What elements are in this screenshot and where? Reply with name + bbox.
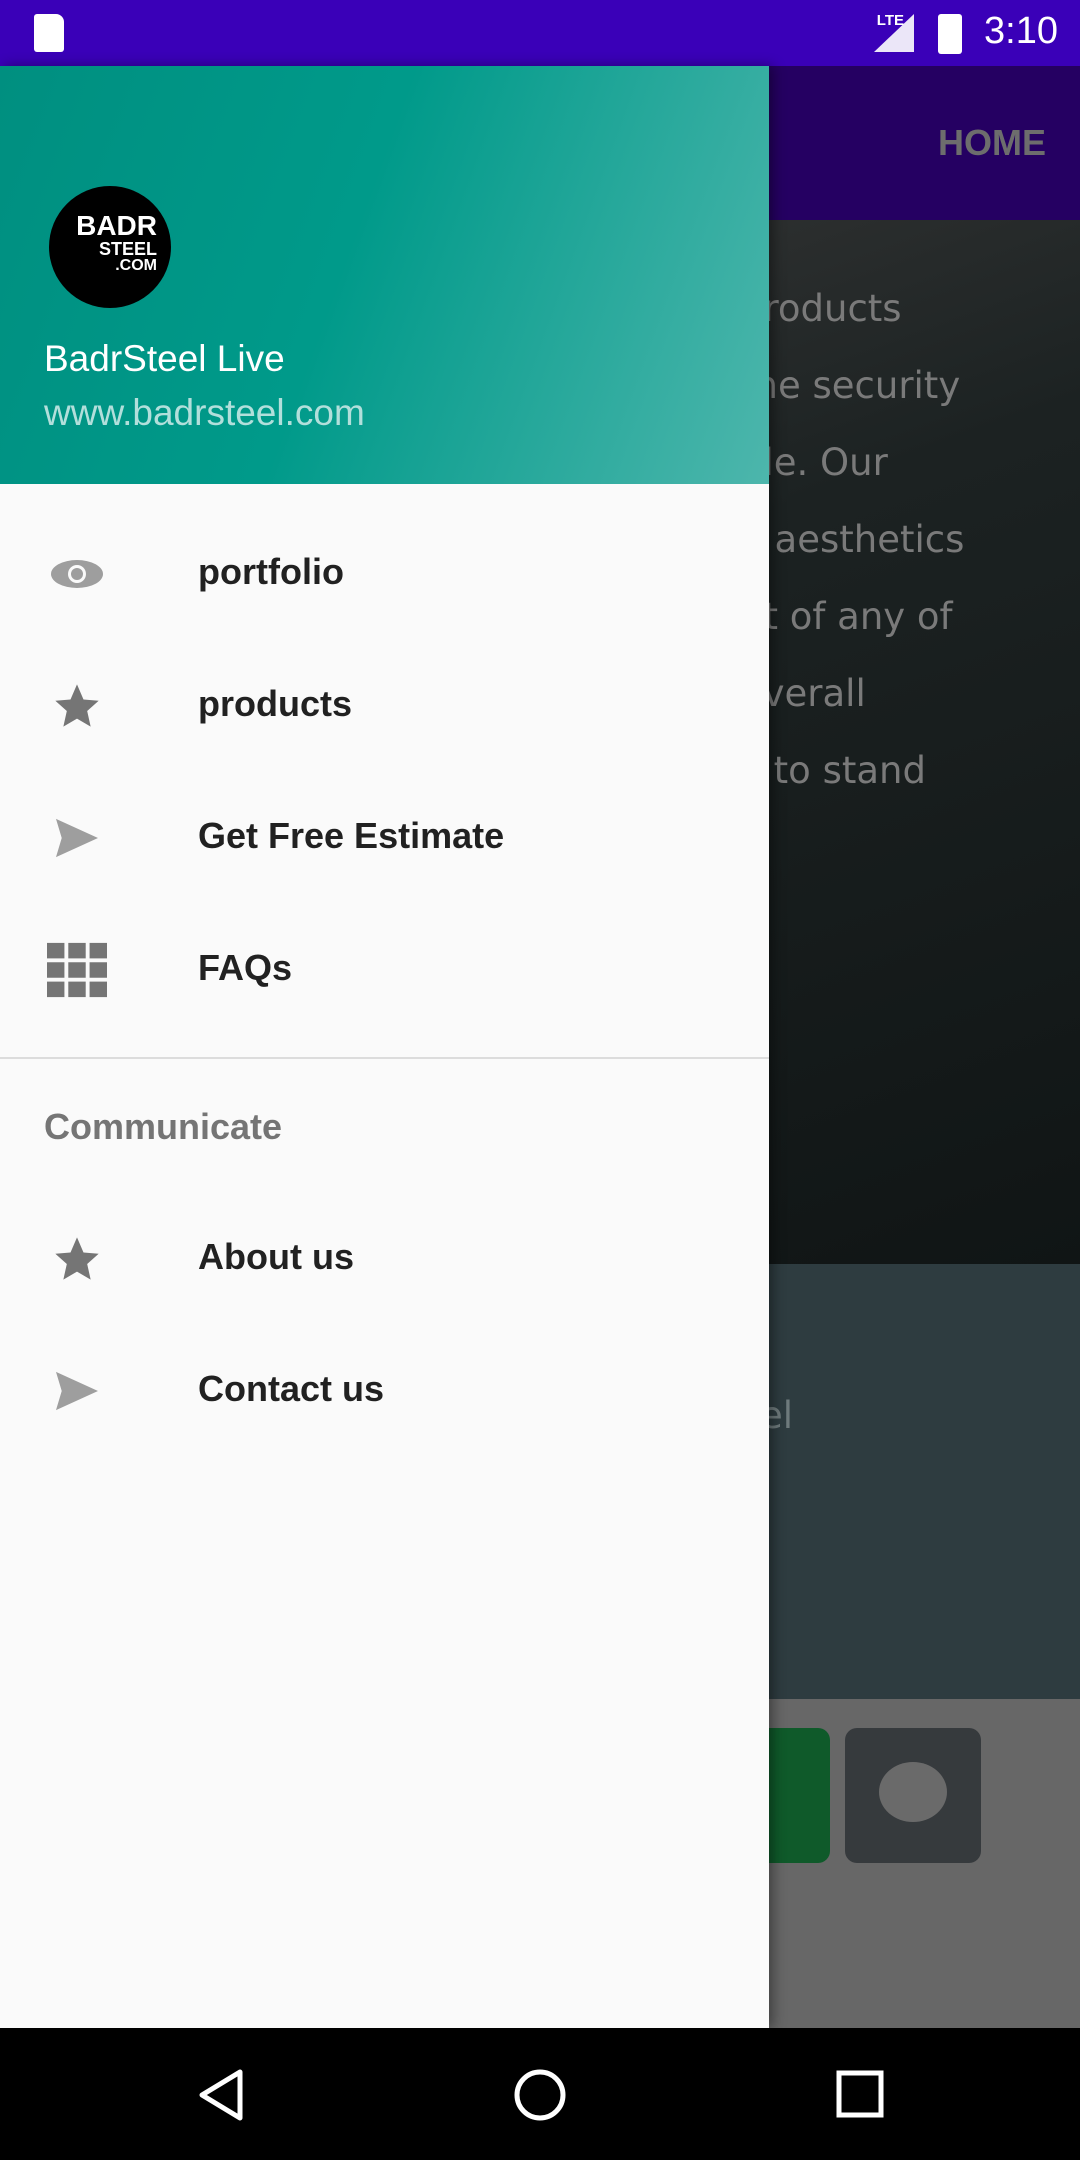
status-bar: LTE 3:10 xyxy=(0,0,1080,66)
drawer-item-about-us[interactable]: About us xyxy=(0,1192,769,1324)
drawer-item-contact-us[interactable]: Contact us xyxy=(0,1324,769,1456)
messenger-button[interactable] xyxy=(845,1728,981,1863)
drawer-item-faqs[interactable]: FAQs xyxy=(0,903,769,1035)
home-icon[interactable] xyxy=(513,2068,567,2127)
star-icon xyxy=(47,681,107,731)
drawer-item-products[interactable]: products xyxy=(0,639,769,771)
drawer-name: BadrSteel Live xyxy=(44,338,285,379)
send-icon xyxy=(47,1366,107,1416)
drawer-item-get-free-estimate[interactable]: Get Free Estimate xyxy=(0,771,769,903)
grid-icon xyxy=(47,942,107,998)
hero-text: products the security ple. Our e aesthet… xyxy=(740,287,965,792)
divider xyxy=(0,1057,769,1059)
messenger-icon xyxy=(879,1762,947,1822)
drawer-website[interactable]: www.badrsteel.com xyxy=(44,392,365,434)
send-icon xyxy=(47,813,107,863)
drawer-header: BADR STEEL .COM BadrSteel Live www.badrs… xyxy=(0,66,769,484)
clock: 3:10 xyxy=(984,10,1058,52)
battery-charging-icon xyxy=(938,14,962,54)
star-icon xyxy=(47,1234,107,1284)
navigation-drawer: BADR STEEL .COM BadrSteel Live www.badrs… xyxy=(0,66,769,2028)
section-title: Communicate xyxy=(44,1106,283,1147)
system-nav-bar xyxy=(0,2028,1080,2160)
drawer-item-portfolio[interactable]: portfolio xyxy=(0,507,769,639)
recents-icon[interactable] xyxy=(836,2070,884,2123)
badrsteel-logo: BADR STEEL .COM xyxy=(49,186,171,308)
home-tab[interactable]: HOME xyxy=(938,122,1046,164)
back-icon[interactable] xyxy=(196,2068,246,2127)
signal-icon xyxy=(874,14,914,52)
eye-icon xyxy=(47,549,107,599)
sd-card-icon xyxy=(34,14,64,52)
